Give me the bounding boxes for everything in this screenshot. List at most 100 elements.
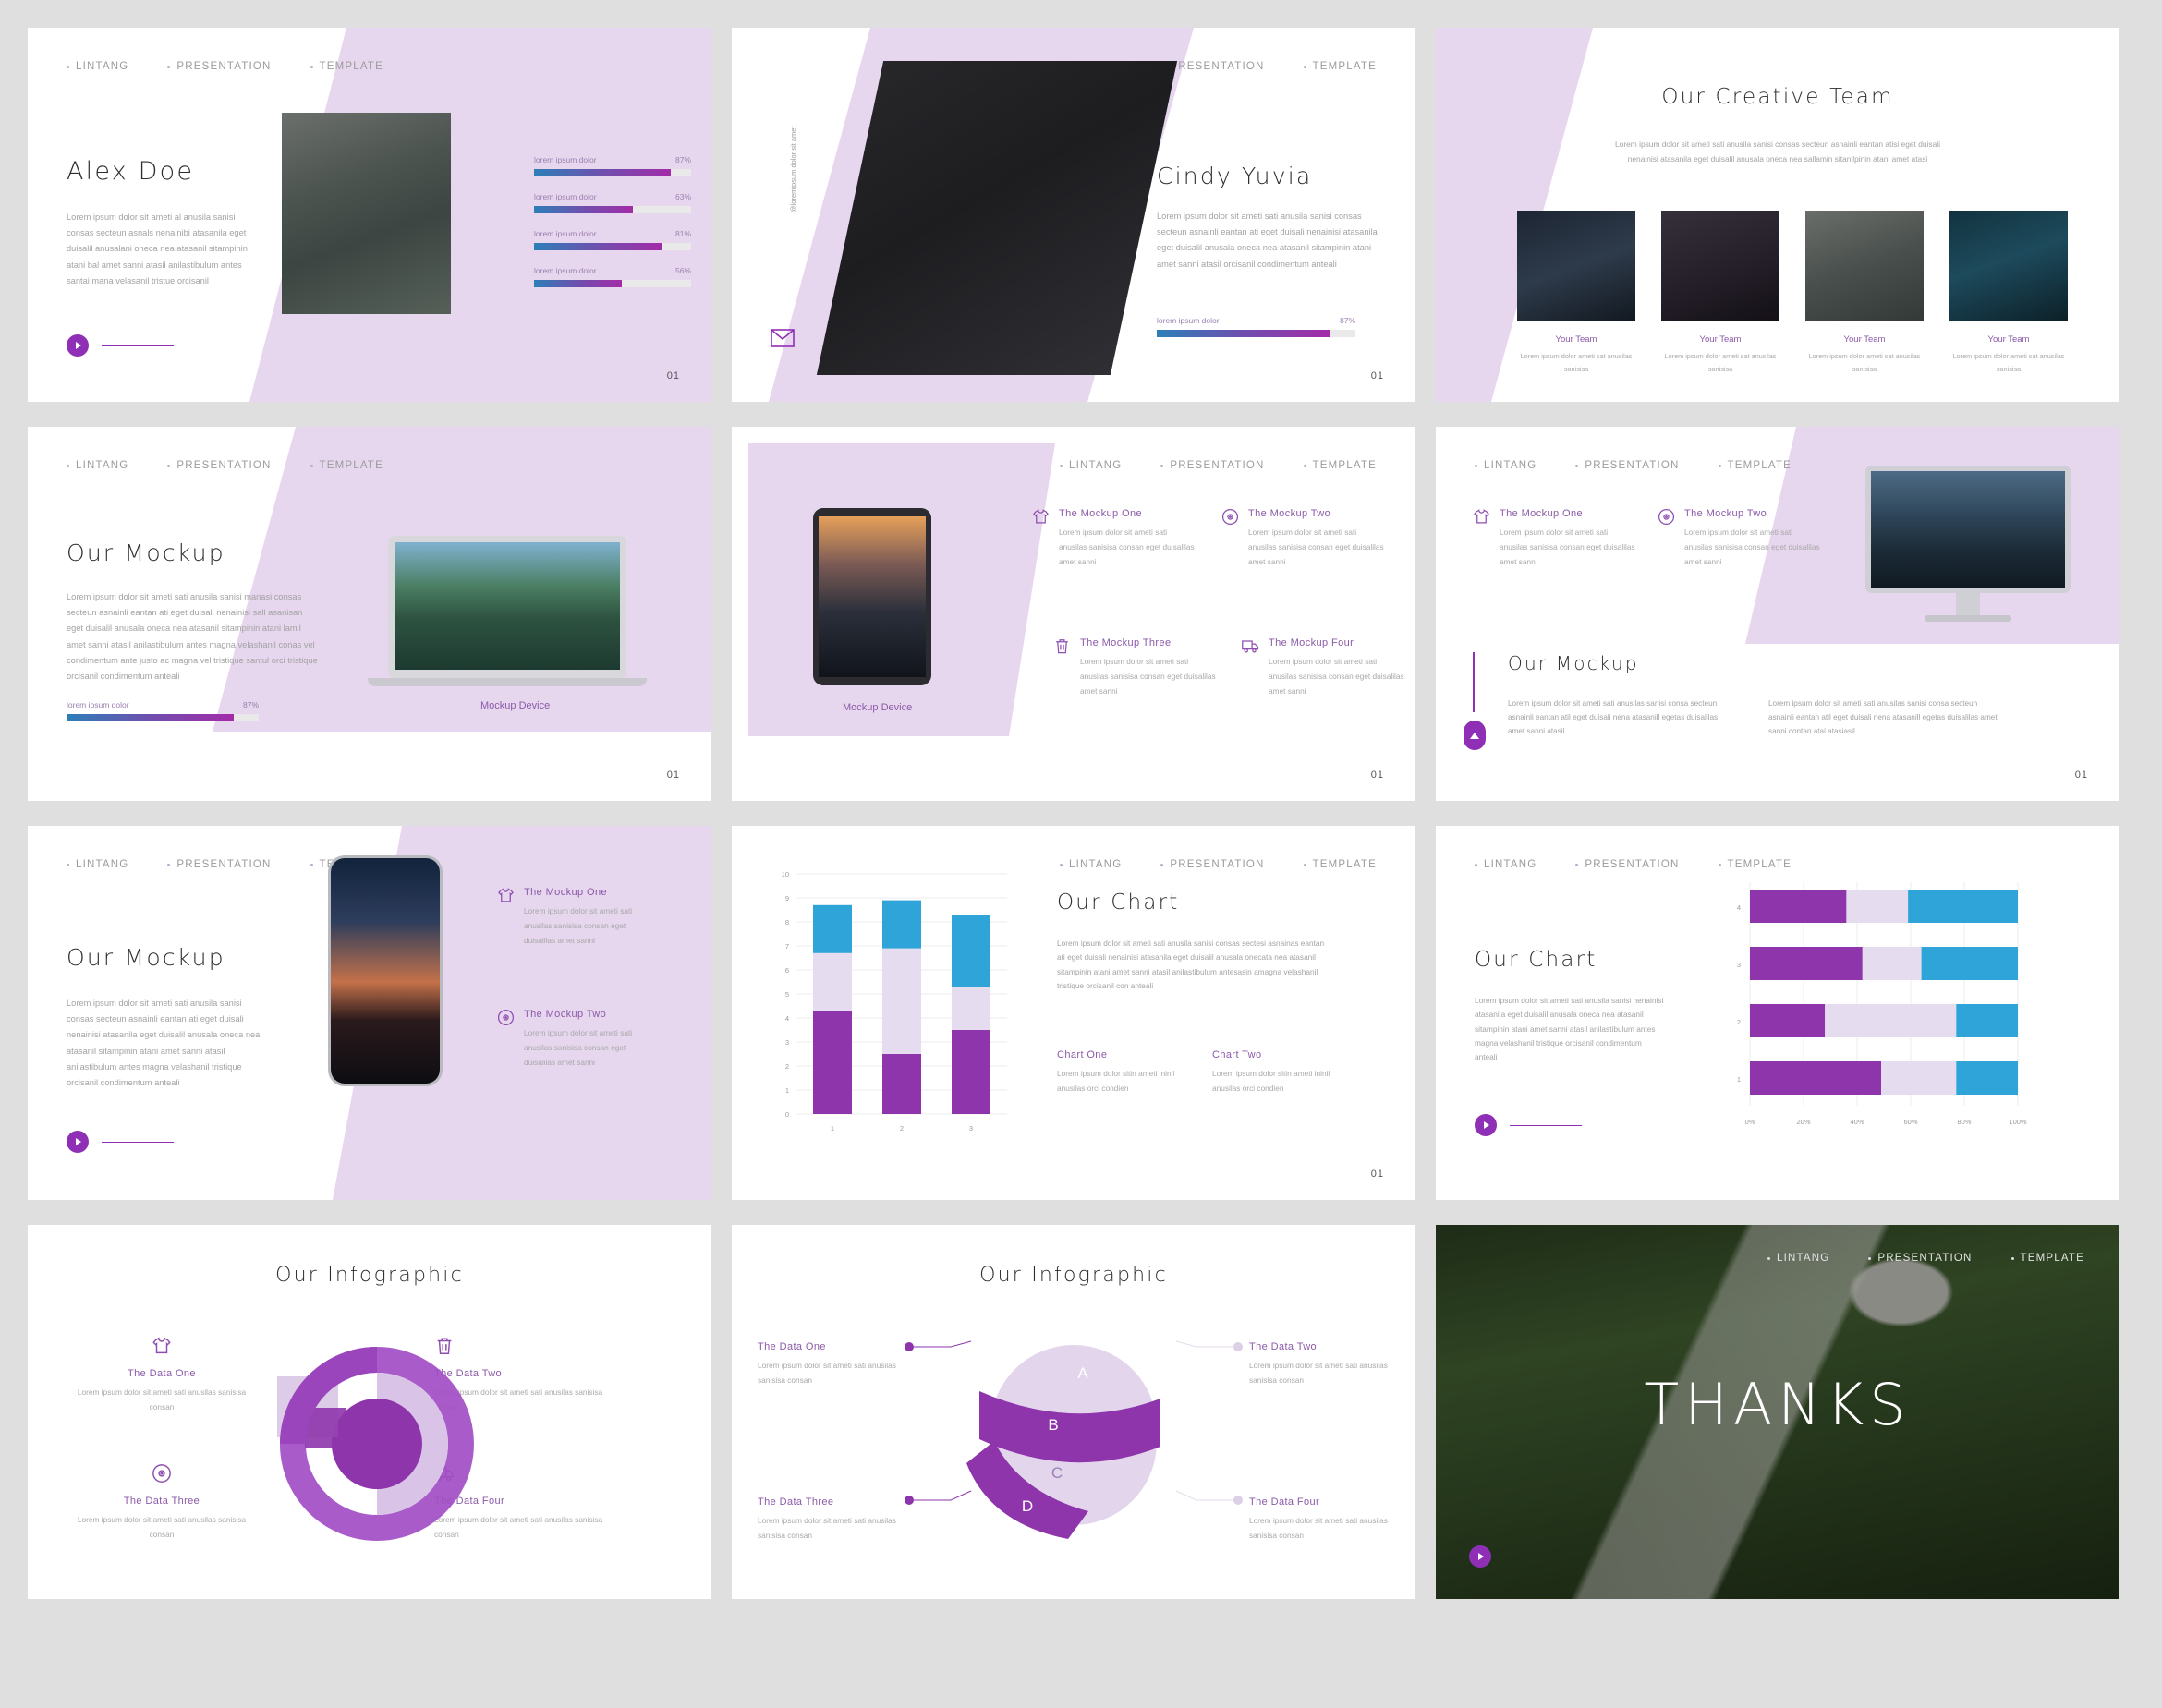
slide-mockup-desktop[interactable]: LINTANG PRESENTATION TEMPLATE The Mockup… — [1436, 427, 2119, 801]
nav-item[interactable]: PRESENTATION — [1575, 460, 1679, 471]
play-icon[interactable] — [1469, 1545, 1491, 1568]
feature-item[interactable]: The Mockup One Lorem ipsum dolor sit ame… — [497, 887, 711, 949]
nav-item[interactable]: TEMPLATE — [1718, 460, 1792, 471]
play-control[interactable] — [1469, 1545, 1576, 1568]
slide-alex-doe[interactable]: LINTANG PRESENTATION TEMPLATE Alex Doe L… — [28, 28, 711, 402]
phone-screen — [331, 858, 440, 1084]
team-member-name: Your Team — [1843, 334, 1886, 345]
nav-item[interactable]: PRESENTATION — [167, 61, 271, 72]
slide-creative-team[interactable]: Our Creative Team Lorem ipsum dolor sit … — [1436, 28, 2119, 402]
slide-infographic-circles[interactable]: Our Infographic The Data One Lorem ipsum… — [28, 1225, 711, 1599]
body-paragraph: Lorem ipsum dolor sit ameti sati anusila… — [1157, 212, 1378, 269]
slide-cindy-yuvia[interactable]: LINTANG PRESENTATION TEMPLATE @loremipsu… — [732, 28, 1415, 402]
nav-item[interactable]: TEMPLATE — [310, 61, 383, 72]
horizontal-bar-chart: 4 3 2 1 0% 20% 40% 60% 80% 100% — [1737, 882, 2027, 1126]
play-icon[interactable] — [67, 334, 89, 357]
page-title: Our Infographic — [275, 1264, 464, 1287]
nav-item[interactable]: PRESENTATION — [1575, 859, 1679, 870]
progress-fill — [534, 243, 662, 250]
team-member[interactable]: Your Team Lorem ipsum dolor ameti sat an… — [1661, 211, 1779, 376]
play-control[interactable] — [67, 1131, 174, 1153]
nav-item[interactable]: LINTANG — [1060, 859, 1122, 870]
nav-item[interactable]: PRESENTATION — [167, 460, 271, 471]
page-title: Our Chart — [1057, 890, 1180, 915]
svg-text:0%: 0% — [1745, 1118, 1755, 1126]
triangle-up-icon — [1464, 721, 1486, 750]
nav-item[interactable]: LINTANG — [1475, 859, 1536, 870]
progress-track — [534, 206, 691, 213]
page-title: Our Infographic — [979, 1264, 1168, 1287]
page-number: 01 — [1370, 1169, 1384, 1180]
feature-item[interactable]: The Mockup Two Lorem ipsum dolor sit ame… — [497, 1009, 711, 1071]
nav-item[interactable]: LINTANG — [1060, 460, 1122, 471]
feature-title: The Mockup One — [1500, 508, 1583, 519]
play-control[interactable] — [1475, 1114, 1582, 1136]
data-item[interactable]: The Data Three Lorem ipsum dolor sit ame… — [74, 1463, 249, 1542]
nav-item[interactable]: PRESENTATION — [1160, 460, 1264, 471]
team-member[interactable]: Your Team Lorem ipsum dolor ameti sat an… — [1805, 211, 1924, 376]
team-member[interactable]: Your Team Lorem ipsum dolor ameti sat an… — [1517, 211, 1635, 376]
feature-item[interactable]: The Mockup Four Lorem ipsum dolor sit am… — [1242, 637, 1415, 699]
data-item-title: The Data Four — [1249, 1496, 1320, 1508]
nav-item[interactable]: LINTANG — [67, 859, 128, 870]
slide-mockup-tablet[interactable]: LINTANG PRESENTATION TEMPLATE Mockup Dev… — [732, 427, 1415, 801]
data-item[interactable]: The Data Two Lorem ipsum dolor sit ameti… — [1249, 1341, 1406, 1387]
nav-item[interactable]: TEMPLATE — [1303, 859, 1377, 870]
disc-icon — [152, 1464, 171, 1483]
mail-button[interactable] — [771, 329, 795, 352]
topnav: LINTANG PRESENTATION TEMPLATE — [1475, 460, 1792, 471]
svg-text:4: 4 — [785, 1014, 789, 1023]
progress-fill — [1157, 330, 1330, 337]
tablet-screen — [819, 516, 926, 677]
slide-infographic-sphere[interactable]: Our Infographic The Data One Lorem ipsum… — [732, 1225, 1415, 1599]
nav-item[interactable]: LINTANG — [67, 460, 128, 471]
feature-title: The Mockup One — [1059, 508, 1142, 519]
data-item-title: The Data One — [758, 1341, 826, 1352]
slide-chart-bar[interactable]: LINTANG PRESENTATION TEMPLATE Our Chart … — [1436, 826, 2119, 1200]
play-icon[interactable] — [67, 1131, 89, 1153]
feature-item[interactable]: The Mockup Two Lorem ipsum dolor sit ame… — [1221, 508, 1415, 570]
data-item[interactable]: The Data Three Lorem ipsum dolor sit ame… — [758, 1496, 905, 1543]
play-icon[interactable] — [1475, 1114, 1497, 1136]
nav-item[interactable]: LINTANG — [67, 61, 128, 72]
feature-title: The Mockup Two — [1684, 508, 1767, 519]
svg-text:60%: 60% — [1903, 1118, 1917, 1126]
slide-mockup-laptop[interactable]: LINTANG PRESENTATION TEMPLATE Our Mockup… — [28, 427, 711, 801]
disc-icon — [1658, 508, 1675, 526]
nav-item[interactable]: PRESENTATION — [1160, 859, 1264, 870]
progress-label: lorem ipsum dolor — [67, 700, 129, 709]
tshirt-icon — [498, 888, 514, 902]
body-paragraph: Lorem ipsum dolor sit ameti sati anusila… — [67, 999, 261, 1087]
nav-item[interactable]: LINTANG — [1767, 1253, 1829, 1264]
nav-item[interactable]: TEMPLATE — [2010, 1253, 2084, 1264]
progress-fill — [67, 714, 234, 721]
svg-text:3: 3 — [785, 1038, 789, 1047]
nav-item[interactable]: PRESENTATION — [1868, 1253, 1972, 1264]
nav-item[interactable]: TEMPLATE — [310, 460, 383, 471]
avatar — [1661, 211, 1779, 321]
slide-chart-column[interactable]: LINTANG PRESENTATION TEMPLATE 012 345 67… — [732, 826, 1415, 1200]
feature-title: The Mockup Three — [1080, 637, 1172, 648]
nav-item[interactable]: TEMPLATE — [1303, 460, 1377, 471]
disc-icon — [1221, 508, 1239, 526]
team-member[interactable]: Your Team Lorem ipsum dolor ameti sat an… — [1949, 211, 2068, 376]
nav-item[interactable]: TEMPLATE — [1303, 61, 1377, 72]
nav-item[interactable]: TEMPLATE — [1718, 859, 1792, 870]
page-number: 01 — [1370, 769, 1384, 781]
segment-label: A — [1077, 1364, 1088, 1382]
page-title: Our Mockup — [67, 539, 225, 566]
scroll-up-button[interactable] — [1464, 721, 1486, 750]
nav-item[interactable]: LINTANG — [1475, 460, 1536, 471]
feature-item[interactable]: The Mockup Two Lorem ipsum dolor sit ame… — [1658, 508, 1879, 570]
play-control[interactable] — [67, 334, 174, 357]
topnav: LINTANG PRESENTATION TEMPLATE — [67, 61, 383, 72]
data-item[interactable]: The Data Four Lorem ipsum dolor sit amet… — [1249, 1496, 1406, 1543]
data-item[interactable]: The Data One Lorem ipsum dolor sit ameti… — [74, 1336, 249, 1414]
nav-item[interactable]: PRESENTATION — [167, 859, 271, 870]
team-member-desc: Lorem ipsum dolor ameti sat anusilas san… — [1952, 352, 2065, 374]
slide-mockup-phone[interactable]: LINTANG PRESENTATION TEMPLATE Our Mockup… — [28, 826, 711, 1200]
page-title: Cindy Yuvia — [1157, 163, 1313, 189]
svg-text:10: 10 — [782, 870, 789, 878]
data-item[interactable]: The Data One Lorem ipsum dolor sit ameti… — [758, 1341, 905, 1387]
slide-thanks[interactable]: LINTANG PRESENTATION TEMPLATE THANKS — [1436, 1225, 2119, 1599]
